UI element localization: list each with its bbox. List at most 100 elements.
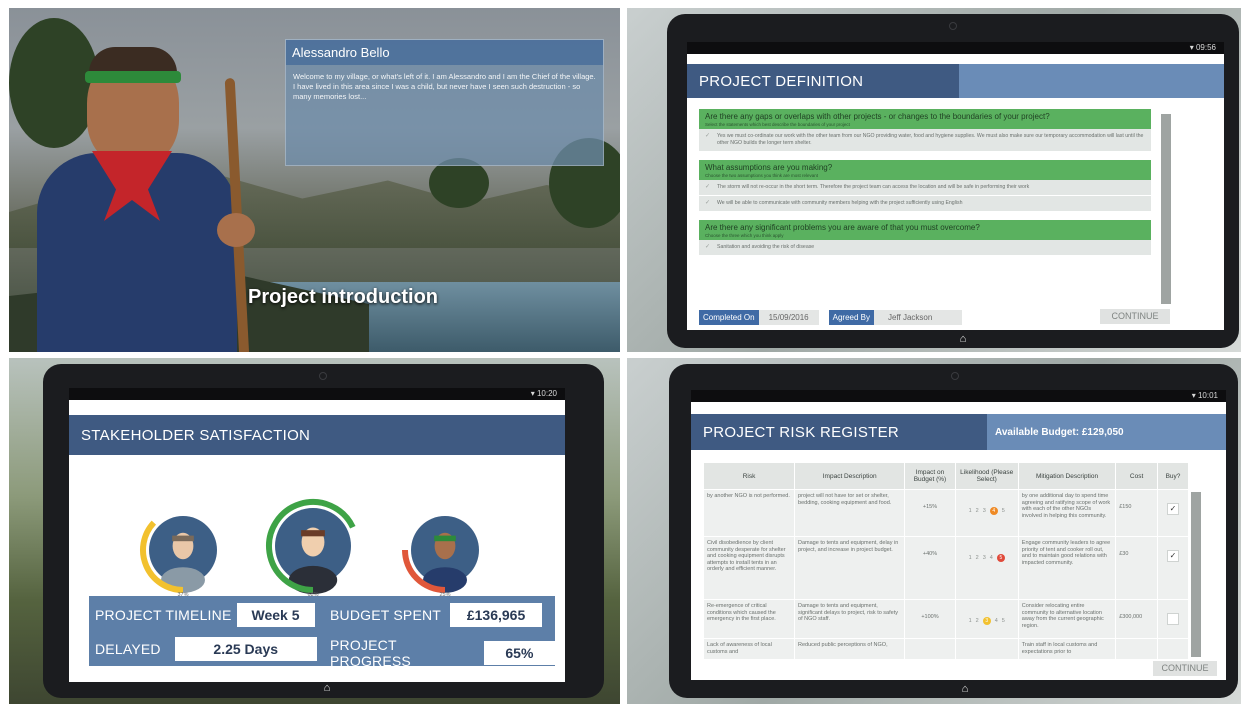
scrollbar[interactable] [1191,492,1201,657]
likelihood-option[interactable]: 2 [976,508,979,515]
cost-cell: £300,000 [1116,600,1157,638]
likelihood-option[interactable]: 1 [969,555,972,562]
tablet-screen: ▾ 10:01 PROJECT RISK REGISTER Available … [691,390,1226,680]
completed-date: 15/09/2016 [758,309,819,325]
buy-checkbox[interactable]: ✓ [1166,550,1179,562]
likelihood-selector: 12345 [955,490,1018,536]
check-icon: ✓ [705,244,711,250]
answer-option[interactable]: ✓ We will be able to communicate with com… [699,196,1151,212]
status-bar: ▾ 09:56 [687,42,1224,54]
answer-option[interactable]: ✓ Yes we must co-ordinate our work with t… [699,129,1151,152]
likelihood-option[interactable]: 1 [969,618,972,625]
likelihood-option[interactable]: 3 [983,555,986,562]
camera-icon [951,372,959,380]
page-header: PROJECT DEFINITION [687,64,1224,98]
character-dialog: Alessandro Bello Welcome to my village, … [285,39,604,166]
answer-text: We will be able to communicate with comm… [717,200,963,206]
question-instructions: Choose the two assumptions you think are… [705,173,819,178]
definition-footer: Completed On 15/09/2016 Agreed By Jeff J… [699,309,963,325]
wifi-icon: ▾ [530,389,535,398]
risk-register-view: ▾ 10:01 PROJECT RISK REGISTER Available … [627,358,1241,704]
question-text: Are there any gaps or overlaps with othe… [705,112,1050,121]
impact-cell-text: Damage to tents and equipment, delay in … [798,540,899,553]
tablet-screen: ▾ 10:20 STAKEHOLDER SATISFACTION 37% 68% 2… [69,388,565,682]
mitigation-cell: by one additional day to spend time agre… [1018,490,1116,536]
satisfaction-gauge [266,499,356,594]
question-text: Are there any significant problems you a… [705,223,980,232]
question-header: What assumptions are you making? Choose t… [699,160,1151,180]
home-icon[interactable]: ⌂ [959,683,971,695]
budget-label: BUDGET SPENT [330,607,442,623]
budget-impact-cell-text: +100% [921,614,939,620]
scene-title: Project introduction [248,286,438,308]
header-right [959,64,1224,98]
likelihood-option[interactable]: 5 [1002,508,1005,515]
stakeholder-satisfaction-view: ▾ 10:20 STAKEHOLDER SATISFACTION 37% 68% 2… [9,358,620,704]
clock: 10:20 [536,389,557,398]
timeline-label: PROJECT TIMELINE [95,607,232,623]
likelihood-option[interactable]: 1 [969,508,972,515]
page-header: PROJECT RISK REGISTER Available Budget: … [691,414,1226,450]
stakeholder-avatar: 68% [265,498,361,606]
delayed-value: 2.25 Days [174,637,317,661]
mitigation-cell-text: Train staff in local customs and expecta… [1021,642,1098,655]
risk-cell: by another NGO is not performed. [704,490,795,536]
scrollbar[interactable] [1161,114,1171,304]
timeline-stat: PROJECT TIMELINE Week 5 [95,603,315,627]
cost-cell-text: £30 [1119,551,1129,557]
mitigation-cell-text: Consider relocating entire community to … [1021,603,1104,629]
column-header: Impact on Budget (%) [905,463,955,489]
clock: 10:01 [1197,391,1218,400]
continue-button[interactable]: CONTINUE [1100,309,1170,324]
impact-cell: Damage to tents and equipment, significa… [795,600,905,638]
impact-cell-text: project will not have tor set or shelter… [798,493,892,506]
likelihood-option[interactable]: 4 [989,507,998,515]
avatar-hair [434,535,456,542]
satisfaction-gauge [140,516,217,593]
likelihood-option[interactable]: 3 [982,617,991,625]
risk-cell: Lack of awareness of local customs and [704,639,795,659]
page-title: STAKEHOLDER SATISFACTION [69,415,565,455]
answer-option[interactable]: ✓ The storm will not re-occur in the shor… [699,180,1151,196]
likelihood-selector: 12345 [955,600,1018,638]
answer-option[interactable]: ✓ Sanitation and avoiding the risk of dis… [699,240,1151,256]
risk-cell-text: Re-emergence of critical conditions whic… [707,603,776,622]
risk-row: Re-emergence of critical conditions whic… [704,600,1188,638]
risk-row: by another NGO is not performed. project … [704,490,1188,536]
likelihood-option[interactable]: 4 [995,618,998,625]
screenshot-grid: Alessandro Bello Welcome to my village, … [0,0,1241,704]
buy-checkbox[interactable]: ✓ [1166,503,1179,515]
likelihood-option[interactable]: 2 [976,618,979,625]
column-header: Risk [704,463,795,489]
check-icon: ✓ [705,133,711,139]
risk-table: Risk Impact Description Impact on Budget (… [703,462,1189,660]
impact-cell: Damage to tents and equipment, delay in … [795,537,905,599]
column-header: Cost [1116,463,1157,489]
buy-checkbox[interactable] [1166,613,1179,625]
wifi-icon: ▾ [1191,391,1196,400]
cost-cell [1116,639,1157,659]
likelihood-selector [955,639,1018,659]
likelihood-option[interactable]: 3 [983,508,986,515]
likelihood-option[interactable]: 4 [990,555,993,562]
home-icon[interactable]: ⌂ [321,682,333,694]
question-instructions: Choose the three which you think apply [705,233,784,238]
risk-row: Lack of awareness of local customs and Re… [704,639,1188,659]
home-icon[interactable]: ⌂ [957,333,969,345]
likelihood-option[interactable]: 2 [976,555,979,562]
likelihood-option[interactable]: 5 [996,554,1005,562]
question-text: What assumptions are you making? [705,163,833,172]
question-instructions: Select the statements which best describ… [705,122,850,127]
budget-impact-cell: +100% [905,600,955,638]
camera-icon [949,22,957,30]
likelihood-option[interactable]: 5 [1002,618,1005,625]
continue-button[interactable]: CONTINUE [1153,661,1217,676]
question-list[interactable]: Are there any gaps or overlaps with othe… [699,109,1151,297]
cost-cell: £150 [1116,490,1157,536]
village-chief-avatar [27,33,267,352]
page-title: PROJECT DEFINITION [687,64,959,98]
question-header: Are there any gaps or overlaps with othe… [699,109,1151,129]
likelihood-selector: 12345 [955,537,1018,599]
risk-cell-text: Civil disobedience by client community d… [707,540,786,572]
check-icon: ✓ [705,184,711,190]
